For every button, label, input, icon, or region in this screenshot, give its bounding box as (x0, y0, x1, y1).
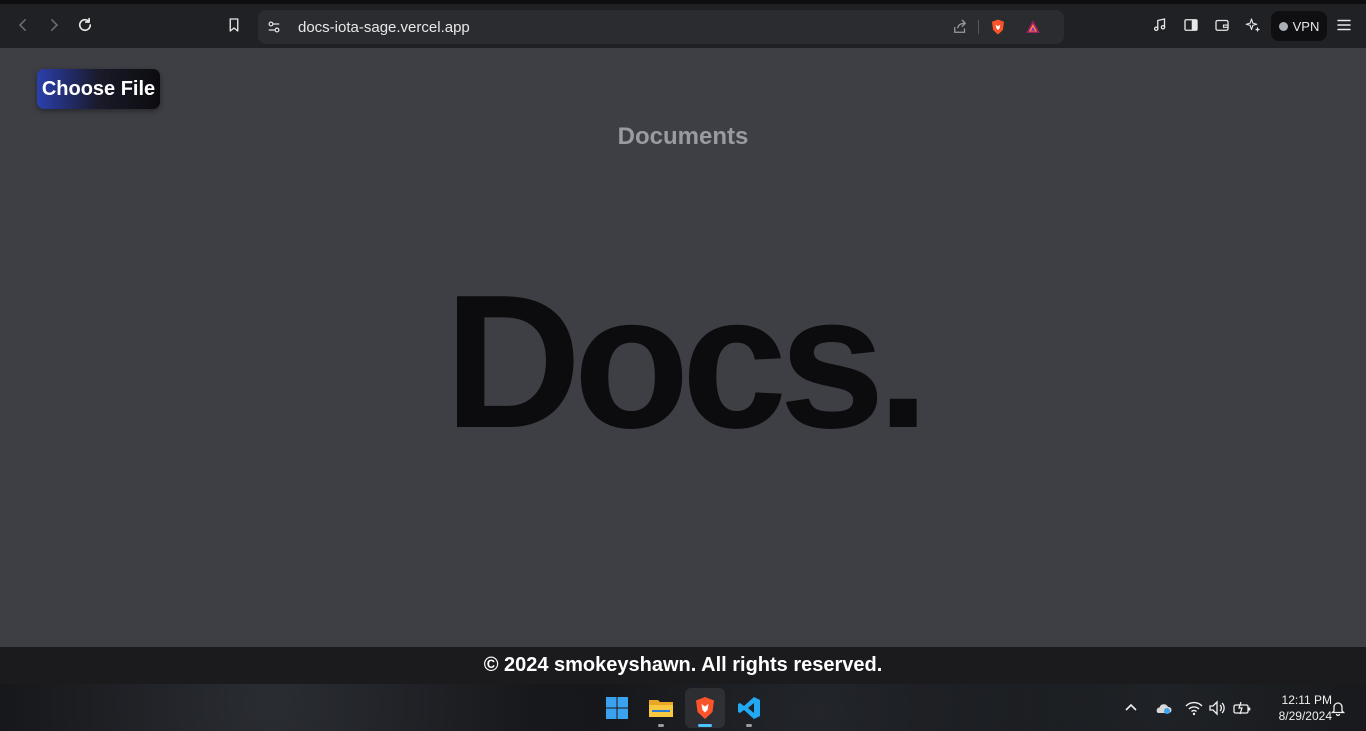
brave-rewards-icon[interactable] (1021, 15, 1045, 39)
browser-toolbar: docs-iota-sage.vercel.app VPN (0, 0, 1366, 48)
battery-icon[interactable] (1232, 698, 1252, 718)
windows-taskbar: 12:11 PM 8/29/2024 (0, 684, 1366, 731)
footer-text: © 2024 smokeyshawn. All rights reserved. (483, 654, 883, 676)
reload-icon[interactable] (73, 13, 97, 37)
media-icon[interactable] (1148, 13, 1172, 37)
share-icon[interactable] (948, 15, 972, 39)
running-indicator (746, 724, 752, 727)
address-bar[interactable]: docs-iota-sage.vercel.app (258, 10, 1064, 44)
onedrive-icon[interactable] (1153, 698, 1173, 718)
chevron-up-icon[interactable] (1121, 698, 1141, 718)
wifi-icon[interactable] (1184, 698, 1204, 718)
forward-icon[interactable] (42, 13, 66, 37)
sidebar-icon[interactable] (1179, 13, 1203, 37)
choose-file-button[interactable]: Choose File (37, 69, 160, 109)
page-title: Documents (617, 123, 749, 150)
vpn-label: VPN (1292, 18, 1320, 34)
active-indicator (698, 724, 712, 727)
back-icon[interactable] (11, 13, 35, 37)
running-indicator (658, 724, 664, 727)
vpn-status-icon (1278, 21, 1288, 31)
leo-ai-icon[interactable] (1241, 13, 1265, 37)
site-settings-icon[interactable] (262, 15, 286, 39)
clock-time: 12:11 PM (1281, 693, 1332, 707)
system-clock[interactable]: 12:11 PM 8/29/2024 (1258, 692, 1332, 724)
clock-date: 8/29/2024 (1278, 709, 1332, 723)
brave-shields-icon[interactable] (986, 15, 1010, 39)
wallet-icon[interactable] (1210, 13, 1234, 37)
volume-icon[interactable] (1207, 698, 1227, 718)
docs-logo: Docs. (444, 256, 929, 468)
divider (978, 20, 979, 34)
file-explorer-icon[interactable] (641, 688, 681, 728)
vscode-icon[interactable] (729, 688, 769, 728)
bookmark-icon[interactable] (222, 13, 246, 37)
menu-icon[interactable] (1332, 13, 1356, 37)
page-footer: © 2024 smokeyshawn. All rights reserved. (0, 647, 1366, 684)
windows-start-icon[interactable] (597, 688, 637, 728)
brave-browser-icon[interactable] (685, 688, 725, 728)
vpn-button[interactable]: VPN (1271, 11, 1327, 41)
url-text[interactable]: docs-iota-sage.vercel.app (298, 19, 470, 36)
notification-bell-icon[interactable] (1328, 698, 1348, 718)
